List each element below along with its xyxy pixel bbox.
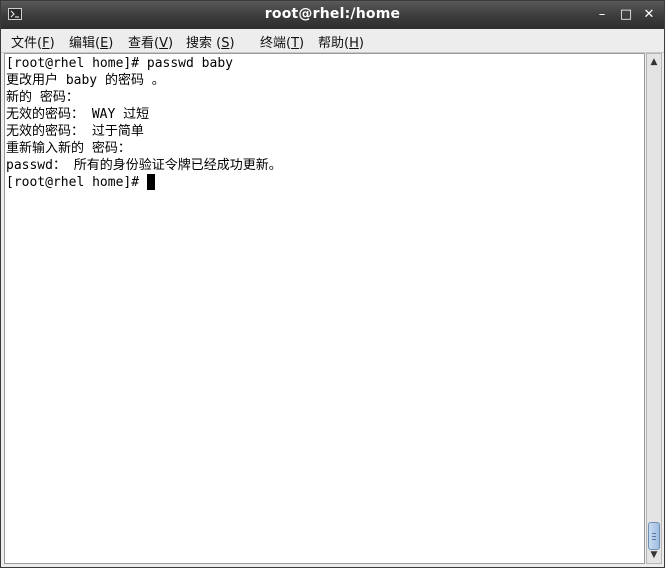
- text-cursor: [146, 174, 155, 190]
- menu-file[interactable]: 文件(F): [11, 32, 55, 51]
- menu-help-mnemonic: H: [349, 36, 359, 51]
- terminal-line: 更改用户 baby 的密码 。: [6, 73, 165, 88]
- menu-edit-label: 编辑(: [69, 36, 101, 51]
- terminal-line: [root@rhel home]# passwd baby: [6, 56, 233, 71]
- menu-search[interactable]: 搜索 (S): [186, 32, 235, 51]
- terminal-line: 新的 密码：: [6, 90, 79, 105]
- menu-file-mnemonic: F: [42, 36, 50, 51]
- grip-line: [652, 536, 656, 537]
- terminal-prompt: [root@rhel home]#: [6, 175, 147, 190]
- menu-terminal-mnemonic: T: [291, 36, 300, 51]
- vertical-scrollbar[interactable]: ▲ ▼: [646, 53, 662, 564]
- menu-search-suffix: ): [229, 36, 235, 51]
- menu-terminal-label: 终端(: [260, 36, 292, 51]
- grip-line: [652, 539, 656, 540]
- close-icon[interactable]: ✕: [641, 7, 657, 23]
- title-bar[interactable]: root@rhel:/home – □ ✕: [1, 1, 664, 29]
- menu-edit-suffix: ): [108, 36, 114, 51]
- menu-terminal-suffix: ): [299, 36, 305, 51]
- scroll-down-icon[interactable]: ▼: [647, 548, 661, 562]
- minimize-icon[interactable]: –: [594, 7, 610, 23]
- terminal-line: 无效的密码： 过于简单: [6, 124, 144, 139]
- terminal-prompt-line: [root@rhel home]#: [6, 174, 155, 191]
- scroll-thumb[interactable]: [648, 522, 660, 550]
- terminal-line: 重新输入新的 密码：: [6, 141, 131, 156]
- terminal-window: root@rhel:/home – □ ✕ 文件(F) 编辑(E) 查看(V) …: [0, 0, 665, 568]
- menu-file-suffix: ): [49, 36, 55, 51]
- terminal-line: 无效的密码： WAY 过短: [6, 107, 150, 122]
- terminal-line: passwd： 所有的身份验证令牌已经成功更新。: [6, 158, 282, 173]
- menu-edit[interactable]: 编辑(E): [69, 32, 113, 51]
- menu-search-label: 搜索 (: [186, 36, 222, 51]
- menu-help-suffix: ): [358, 36, 364, 51]
- menu-view-suffix: ): [167, 36, 174, 51]
- scroll-up-icon[interactable]: ▲: [647, 55, 661, 69]
- menu-help-label: 帮助(: [318, 36, 350, 51]
- menu-view-mnemonic: V: [159, 36, 168, 51]
- terminal-output[interactable]: [root@rhel home]# passwd baby 更改用户 baby …: [4, 53, 645, 564]
- menu-help[interactable]: 帮助(H): [318, 32, 364, 51]
- maximize-icon[interactable]: □: [618, 7, 634, 23]
- menu-view-label: 查看(: [128, 36, 160, 51]
- menu-terminal[interactable]: 终端(T): [260, 32, 304, 51]
- menu-bar: 文件(F) 编辑(E) 查看(V) 搜索 (S) 终端(T) 帮助(H): [1, 29, 664, 53]
- window-title: root@rhel:/home: [264, 6, 401, 22]
- menu-view[interactable]: 查看(V): [128, 32, 173, 51]
- menu-file-label: 文件(: [11, 36, 43, 51]
- grip-line: [652, 533, 656, 534]
